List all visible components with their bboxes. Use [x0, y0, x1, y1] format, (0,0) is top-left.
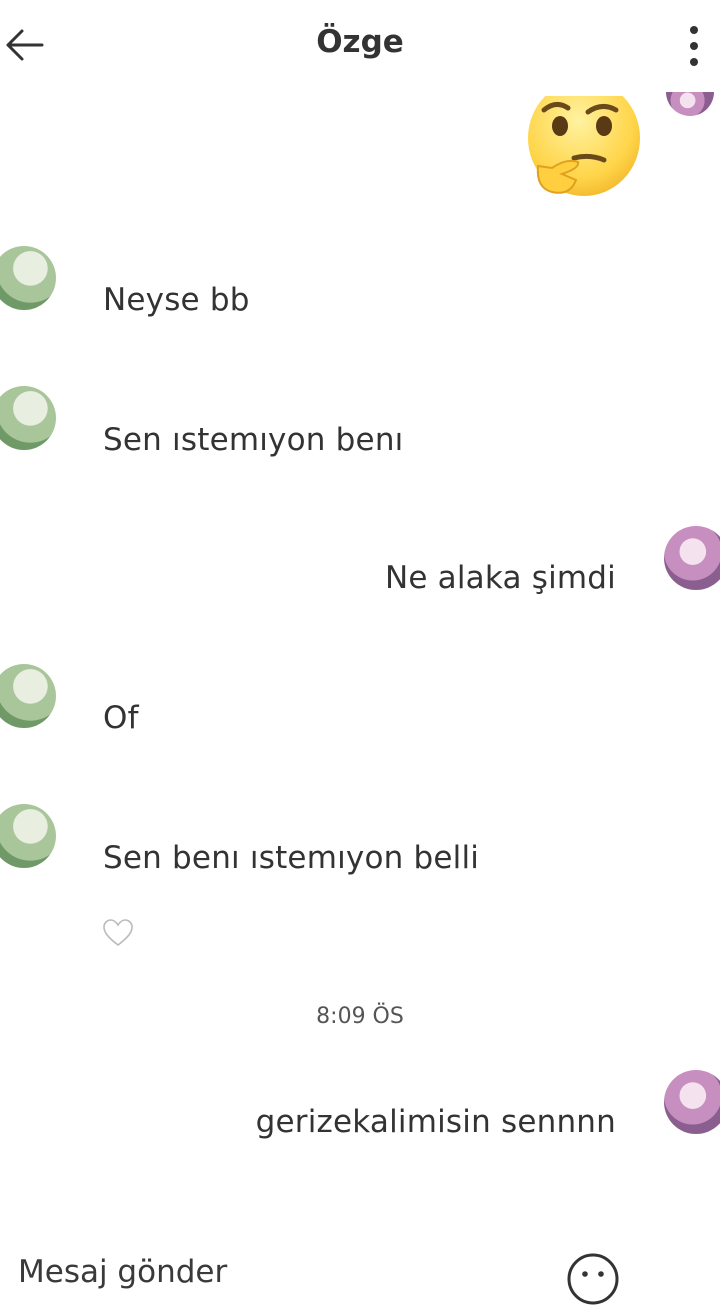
avatar[interactable] [664, 526, 720, 590]
avatar[interactable] [0, 246, 56, 310]
message-text: Sen ıstemıyon benı [103, 422, 404, 458]
smiley-icon [567, 1253, 619, 1305]
thinking-face-emoji [522, 92, 640, 202]
message-text: Of [103, 700, 139, 736]
message-text: gerizekalimisin sennnn [255, 1104, 616, 1140]
message-input[interactable] [18, 1252, 538, 1292]
like-button[interactable] [102, 918, 134, 948]
avatar[interactable] [0, 664, 56, 728]
avatar[interactable] [664, 1070, 720, 1134]
message-composer [0, 1232, 720, 1305]
emoji-button[interactable] [566, 1252, 620, 1306]
more-options-button[interactable] [680, 22, 708, 70]
message-text: Ne alaka şimdi [384, 560, 616, 596]
chat-title: Özge [316, 24, 404, 60]
chat-header: Özge [0, 0, 720, 92]
timestamp: 8:09 ÖS [316, 1004, 404, 1029]
message-text: Neyse bb [103, 282, 250, 318]
avatar[interactable] [0, 386, 56, 450]
heart-outline-icon [103, 919, 133, 947]
avatar[interactable] [666, 92, 714, 116]
conversation-list[interactable]: Neyse bb Sen ıstemıyon benı Ne alaka şim… [0, 92, 720, 1232]
more-vertical-icon [690, 26, 698, 66]
message-text: Sen benı ıstemıyon belli [103, 840, 480, 876]
avatar[interactable] [0, 804, 56, 868]
